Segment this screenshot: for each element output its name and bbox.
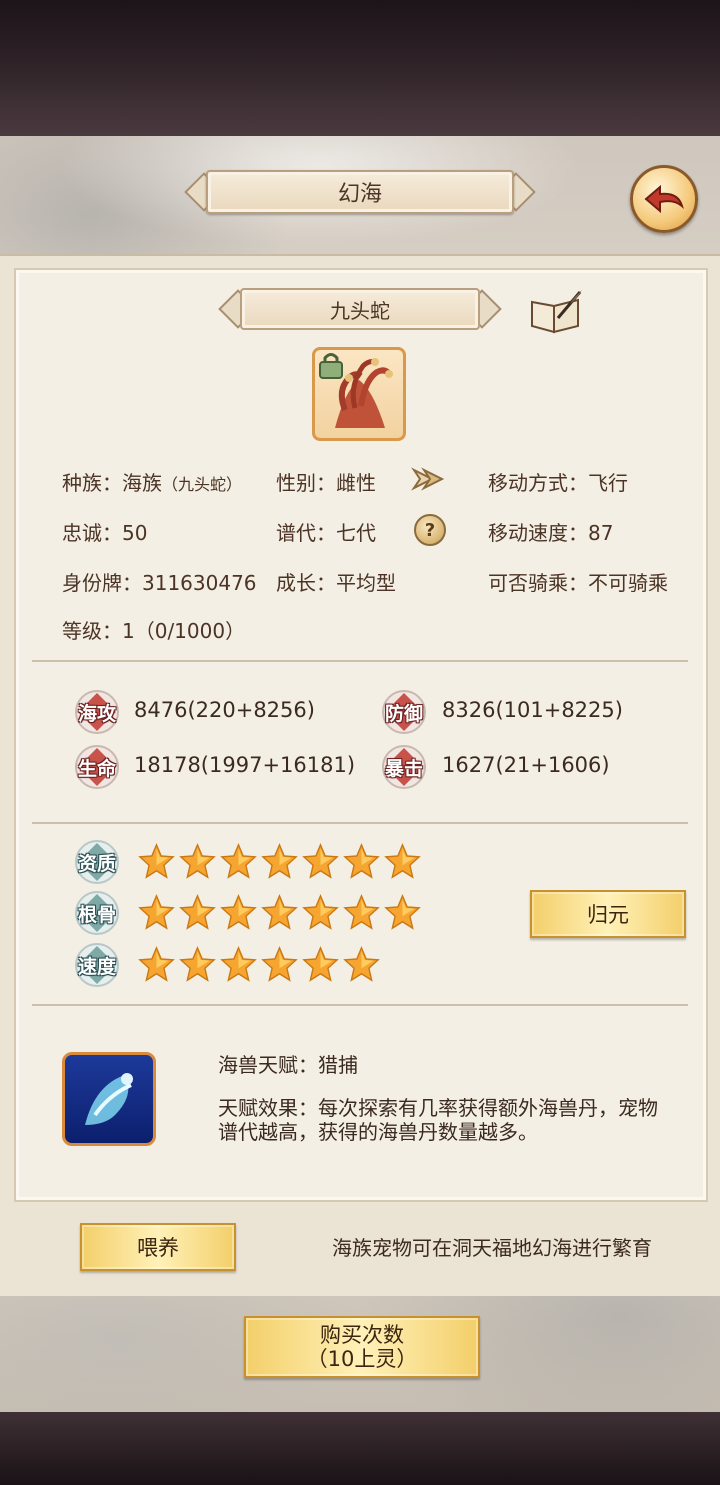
star-icon — [343, 946, 380, 983]
talent-effect: 天赋效果：每次探索有几率获得额外海兽丹，宠物谱代越高，获得的海兽丹数量越多。 — [218, 1096, 658, 1144]
pet-name-banner: 九头蛇 — [216, 284, 504, 334]
breeding-note: 海族宠物可在洞天福地幻海进行繁育 — [332, 1236, 652, 1260]
star-icon — [220, 946, 257, 983]
bottom-bar — [0, 1412, 720, 1485]
move-speed-field: 移动速度：87 — [488, 521, 614, 545]
star-icon — [261, 843, 298, 880]
star-icon — [138, 946, 175, 983]
root-stars — [138, 894, 421, 931]
sea-attack-value: 8476(220+8256) — [134, 698, 315, 722]
arrow-right-icon[interactable] — [410, 462, 446, 496]
top-bar — [0, 0, 720, 136]
rideable-field: 可否骑乘：不可骑乘 — [488, 571, 668, 595]
divider — [32, 822, 688, 824]
growth-field: 成长：平均型 — [276, 571, 396, 595]
sea-attack-badge: 海攻 — [74, 689, 120, 735]
book-quill-icon[interactable] — [528, 288, 584, 336]
defense-badge: 防御 — [381, 689, 427, 735]
star-icon — [179, 843, 216, 880]
star-icon — [261, 946, 298, 983]
star-icon — [384, 843, 421, 880]
aptitude-badge: 资质 — [74, 839, 120, 885]
star-icon — [302, 894, 339, 931]
star-icon — [302, 843, 339, 880]
crit-value: 1627(21+1606) — [442, 753, 610, 777]
star-icon — [220, 843, 257, 880]
race-field: 种族：海族（九头蛇） — [62, 471, 243, 495]
window-title-banner: 幻海 — [180, 166, 540, 218]
feed-button[interactable]: 喂养 — [80, 1223, 236, 1271]
reset-button[interactable]: 归元 — [530, 890, 686, 938]
hp-badge: 生命 — [74, 744, 120, 790]
speed-badge: 速度 — [74, 942, 120, 988]
window-title: 幻海 — [337, 182, 382, 207]
crit-badge: 暴击 — [381, 744, 427, 790]
buy-count-button[interactable]: 购买次数 （10上灵） — [244, 1316, 480, 1378]
star-icon — [138, 843, 175, 880]
id-field: 身份牌：311630476 — [62, 571, 257, 595]
lock-icon — [319, 353, 343, 379]
level-field: 等级：1（0/1000） — [62, 619, 246, 643]
question-icon[interactable]: ? — [414, 514, 446, 546]
hp-value: 18178(1997+16181) — [134, 753, 356, 777]
star-icon — [179, 894, 216, 931]
move-mode-field: 移动方式：飞行 — [488, 471, 628, 495]
star-icon — [220, 894, 257, 931]
back-arrow-icon — [644, 184, 684, 214]
star-icon — [343, 894, 380, 931]
talent-name: 海兽天赋：猎捕 — [218, 1053, 358, 1077]
speed-stars — [138, 946, 380, 983]
star-icon — [261, 894, 298, 931]
pet-name: 九头蛇 — [330, 298, 390, 323]
gender-field: 性别：雌性 — [276, 471, 376, 495]
loyalty-field: 忠诚：50 — [62, 521, 148, 545]
skill-icon[interactable] — [62, 1052, 156, 1146]
back-button[interactable] — [630, 165, 698, 233]
generation-field: 谱代：七代 — [276, 521, 376, 545]
star-icon — [343, 843, 380, 880]
root-badge: 根骨 — [74, 890, 120, 936]
divider — [32, 660, 688, 662]
defense-value: 8326(101+8225) — [442, 698, 623, 722]
star-icon — [384, 894, 421, 931]
star-icon — [138, 894, 175, 931]
star-icon — [179, 946, 216, 983]
star-icon — [302, 946, 339, 983]
aptitude-stars — [138, 843, 421, 880]
divider — [32, 1004, 688, 1006]
